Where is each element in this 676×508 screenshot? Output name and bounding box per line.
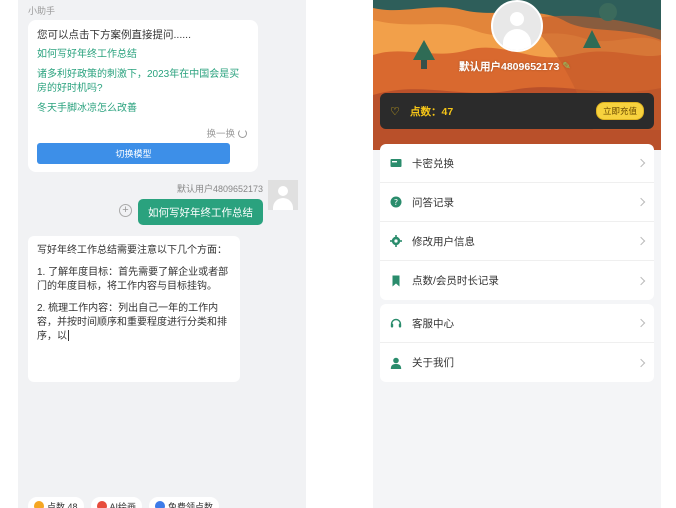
bookmark-icon [390, 275, 402, 287]
chevron-right-icon [636, 318, 646, 328]
typing-cursor [68, 330, 69, 341]
assistant-name: 小助手 [28, 6, 56, 16]
menu-item-label: 修改用户信息 [412, 235, 475, 248]
menu-item-qa-history[interactable]: ? 问答记录 [380, 183, 654, 222]
refresh-button[interactable]: 换一换 [206, 126, 247, 140]
menu-group-support: 客服中心 关于我们 [380, 304, 654, 382]
ai-drawing-chip[interactable]: AI绘画 [90, 497, 143, 508]
brush-icon [96, 501, 107, 508]
suggestion-link[interactable]: 诸多利好政策的刺激下，2023年在中国会是买房的好时机吗? [37, 68, 249, 96]
menu-item-about-us[interactable]: 关于我们 [380, 343, 654, 382]
menu-item-points-records[interactable]: 点数/会员时长记录 [380, 261, 654, 300]
coin-icon [34, 501, 44, 508]
add-icon[interactable]: + [119, 204, 132, 217]
answer-intro: 写好年终工作总结需要注意以下几个方面： [37, 245, 227, 256]
gear-icon [390, 235, 402, 247]
menu-item-card-redeem[interactable]: 卡密兑换 [380, 144, 654, 183]
refresh-label: 换一换 [206, 129, 235, 140]
user-name: 默认用户4809652173 [176, 184, 263, 194]
suggestion-link[interactable]: 冬天手脚冰凉怎么改善 [37, 102, 249, 116]
switch-model-button[interactable]: 切换模型 [37, 143, 230, 164]
menu-item-customer-service[interactable]: 客服中心 [380, 304, 654, 343]
assistant-message: 写好年终工作总结需要注意以下几个方面： 1. 了解年度目标：首先需要了解企业或者… [28, 236, 240, 382]
menu-group-account: 卡密兑换 ? 问答记录 修改用户信息 点数/会员时长记录 [380, 144, 654, 300]
points-card: ♡ 点数：47 立即充值 [380, 93, 654, 129]
chevron-right-icon [636, 158, 646, 168]
chevron-right-icon [636, 358, 646, 367]
bottom-toolbar: 点数 48 AI绘画 免费领点数 [28, 497, 220, 508]
answer-point: 1. 了解年度目标：首先需要了解企业或者部门的年度目标，将工作内容与目标挂钩。 [37, 267, 229, 292]
menu-item-label: 卡密兑换 [412, 157, 454, 170]
person-icon [390, 357, 402, 369]
menu-item-label: 点数/会员时长记录 [412, 275, 499, 287]
card-icon [390, 157, 402, 169]
chip-label: AI绘画 [109, 501, 137, 508]
chip-label: 点数 48 [47, 501, 78, 508]
answer-point: 2. 梳理工作内容：列出自己一年的工作内容，并按时间顺序和重要程度进行分类和排序… [37, 303, 227, 342]
refresh-icon [238, 128, 247, 138]
question-icon: ? [390, 196, 402, 208]
free-points-chip[interactable]: 免费领点数 [149, 497, 220, 508]
user-message: 如何写好年终工作总结 [138, 199, 263, 225]
menu-item-label: 关于我们 [412, 357, 454, 369]
points-balance: 点数：47 [410, 105, 454, 118]
chat-screen: 小助手 您可以点击下方案例直接提问...... 如何写好年终工作总结 诸多利好政… [18, 0, 306, 508]
svg-text:?: ? [394, 198, 398, 207]
profile-screen: 默认用户4809652173 ✎ ♡ 点数：47 立即充值 卡密兑换 ? 问答记… [373, 0, 661, 508]
profile-user-name: 默认用户4809652173 ✎ [459, 59, 571, 74]
chevron-right-icon [636, 197, 646, 207]
chevron-right-icon [636, 276, 646, 285]
menu-item-label: 客服中心 [412, 317, 454, 330]
avatar [268, 180, 298, 210]
recharge-button[interactable]: 立即充值 [595, 102, 644, 120]
chevron-right-icon [636, 236, 646, 246]
suggestion-link[interactable]: 如何写好年终工作总结 [37, 48, 249, 62]
menu-item-edit-profile[interactable]: 修改用户信息 [380, 222, 654, 261]
edit-icon[interactable]: ✎ [562, 61, 570, 72]
headset-icon [390, 317, 402, 329]
user-name: 默认用户4809652173 [459, 61, 560, 73]
gift-icon [155, 501, 166, 508]
suggestion-intro: 您可以点击下方案例直接提问...... [37, 29, 192, 41]
avatar[interactable] [491, 0, 543, 52]
menu-item-label: 问答记录 [412, 196, 454, 209]
points-chip[interactable]: 点数 48 [28, 497, 84, 508]
diamond-icon: ♡ [390, 105, 400, 118]
chip-label: 免费领点数 [168, 501, 214, 508]
